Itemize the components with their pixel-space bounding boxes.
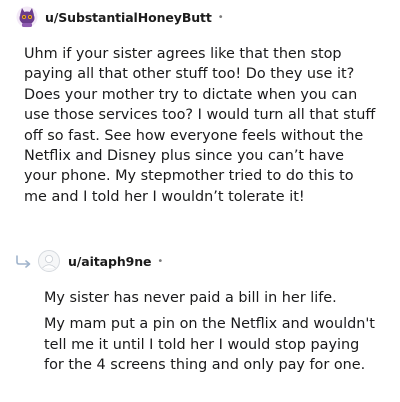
- comment-header: u/SubstantialHoneyButt •: [16, 4, 224, 30]
- comment-body: My sister has never paid a bill in her l…: [44, 288, 380, 382]
- username-link[interactable]: u/SubstantialHoneyButt: [45, 10, 212, 25]
- comment-body: Uhm if your sister agrees like that then…: [24, 46, 376, 205]
- reply-arrow-icon: [16, 255, 31, 268]
- comment-paragraph: My mam put a pin on the Netflix and woul…: [44, 316, 375, 374]
- username-link[interactable]: u/aitaph9ne: [68, 254, 152, 269]
- comment-paragraph: My sister has never paid a bill in her l…: [44, 290, 337, 306]
- separator-dot: •: [157, 255, 164, 267]
- separator-dot: •: [217, 11, 224, 23]
- default-avatar-icon[interactable]: [38, 250, 60, 272]
- comment-header: u/aitaph9ne •: [14, 248, 163, 274]
- cat-avatar-icon[interactable]: [16, 6, 38, 28]
